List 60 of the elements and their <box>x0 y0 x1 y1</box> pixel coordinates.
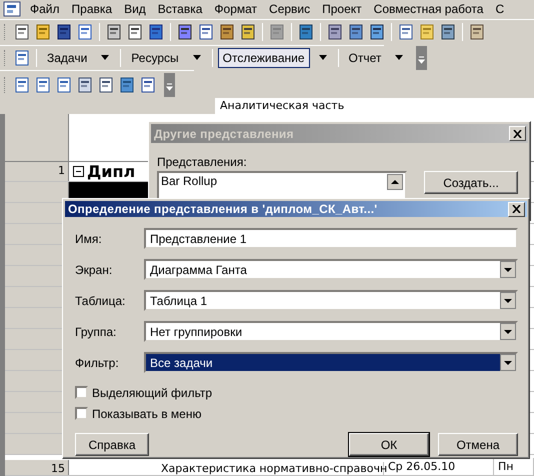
row-header[interactable]: 15 <box>5 460 69 475</box>
caret-icon[interactable] <box>192 55 201 60</box>
dropdown-field[interactable]: Таблица 1 <box>144 290 518 311</box>
menu-item[interactable]: Проект <box>316 2 368 16</box>
field-label: Группа: <box>75 324 118 338</box>
layout-icon[interactable] <box>34 76 52 94</box>
form-icon[interactable] <box>397 23 415 42</box>
toolbar-options-icon[interactable] <box>164 72 175 97</box>
checkbox-label: Выделяющий фильтр <box>92 386 212 400</box>
row-header[interactable]: 1 <box>5 162 69 181</box>
dropdown-button[interactable] <box>500 261 516 278</box>
menu-item[interactable]: Вид <box>118 2 152 16</box>
dropdown-button[interactable] <box>500 323 516 340</box>
caret-icon[interactable] <box>318 55 327 60</box>
menu-item[interactable]: Совместная работа <box>368 2 490 16</box>
dropdown-button[interactable] <box>500 292 516 309</box>
close-button[interactable] <box>509 126 526 141</box>
entry-field[interactable]: Аналитическая часть <box>215 98 534 114</box>
help-button[interactable]: Справка <box>75 433 149 456</box>
dropdown-field[interactable]: Нет группировки <box>144 321 518 342</box>
list-icon[interactable] <box>13 48 31 67</box>
document-icon[interactable] <box>13 23 31 42</box>
menu-item[interactable]: Сервис <box>263 2 316 16</box>
checkbox-label: Показывать в меню <box>92 406 202 420</box>
close-icon <box>512 205 521 213</box>
checkbox[interactable] <box>75 407 88 420</box>
menu-item[interactable]: Файл <box>24 2 66 16</box>
field-label: Таблица: <box>75 294 126 308</box>
field-label: Экран: <box>75 262 114 276</box>
menu-item[interactable]: Формат <box>208 2 264 16</box>
title-bar: Определение представления в 'диплом_СК_Авт...' <box>65 201 527 217</box>
menu-item[interactable]: С <box>489 2 510 16</box>
caret-icon[interactable] <box>101 55 110 60</box>
view-menu-button[interactable]: Задачи <box>42 48 92 68</box>
dropdown-field[interactable]: Все задачи <box>144 352 518 373</box>
layout-icon[interactable] <box>55 76 73 94</box>
caret-icon[interactable] <box>395 55 404 60</box>
scroll-up-button[interactable] <box>387 174 403 190</box>
view-menu-button[interactable]: Отслеживание <box>218 48 310 68</box>
create-button[interactable]: Создать... <box>424 171 518 194</box>
menu-item[interactable]: Вставка <box>152 2 208 16</box>
menu-item[interactable]: Правка <box>66 2 118 16</box>
dropdown-field[interactable]: Диаграмма Ганта <box>144 259 518 280</box>
collapse-icon[interactable] <box>73 166 84 177</box>
close-button[interactable] <box>508 202 525 216</box>
view-menu-button[interactable]: Ресурсы <box>126 48 184 68</box>
layout-icon[interactable] <box>13 76 31 94</box>
name-field[interactable]: Представление 1 <box>144 228 518 249</box>
field-label: Имя: <box>75 232 103 246</box>
ok-button[interactable]: ОК <box>349 433 429 456</box>
field-label: Фильтр: <box>75 356 120 370</box>
copy-icon[interactable] <box>197 23 215 42</box>
checkbox[interactable] <box>75 386 88 399</box>
cancel-button[interactable]: Отмена <box>438 433 518 456</box>
form-icon[interactable] <box>97 76 115 94</box>
dropdown-button[interactable] <box>500 354 516 371</box>
toolbar-options-icon[interactable] <box>416 46 428 70</box>
view-menu-button[interactable]: Отчет <box>344 48 386 68</box>
close-icon <box>513 130 522 138</box>
title-bar: Другие представления <box>151 124 528 143</box>
